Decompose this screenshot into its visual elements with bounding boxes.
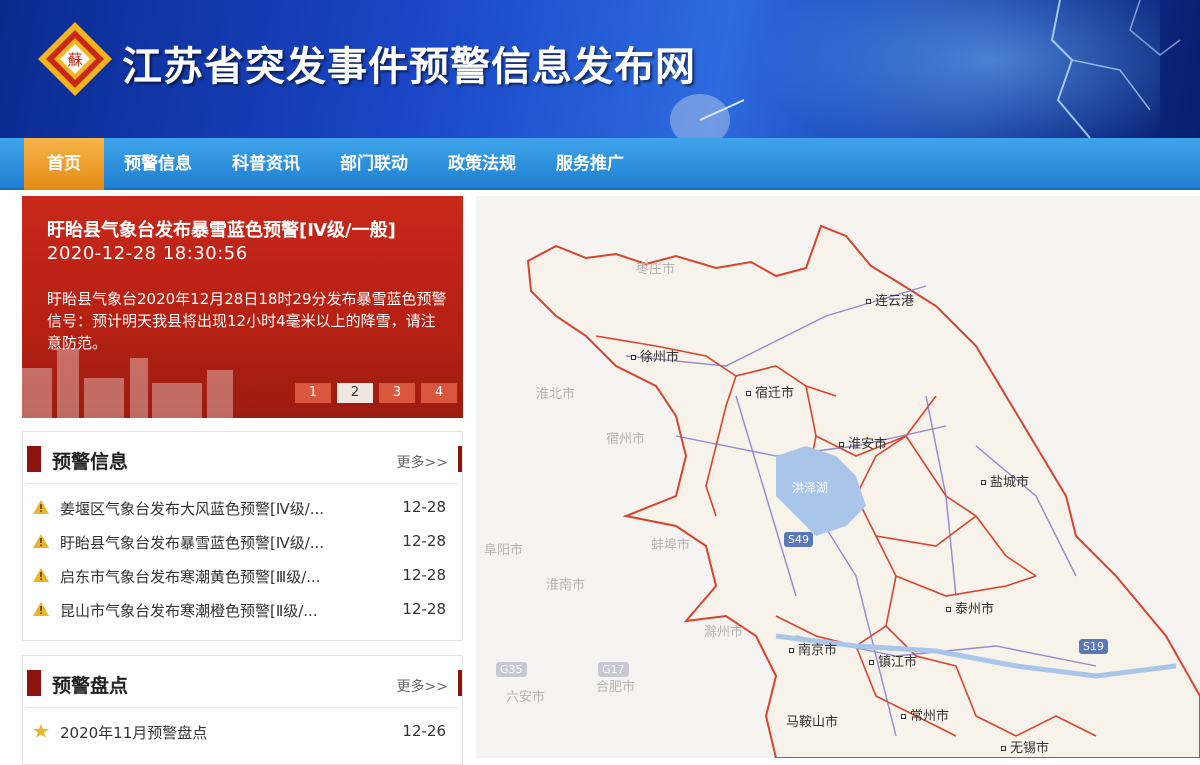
list-item-date: 12-26 [402,722,446,740]
nav-policy[interactable]: 政策法规 [428,138,536,190]
panel-accent-bar-right [458,670,462,696]
star-icon [33,724,49,738]
map-place-label: 马鞍山市 [786,715,839,730]
list-item-date: 12-28 [402,532,446,550]
road-shield-s49: S49 [784,532,813,547]
list-item-date: 12-28 [402,600,446,618]
province-map[interactable]: 枣庄市 淮北市 宿州市 阜阳市 蚌埠市 淮南市 滁州市 六安市 合肥市 马鞍山市… [476,196,1200,758]
alert-body: 盱眙县气象台2020年12月28日18时29分发布暴雪蓝色预警信号：预计明天我县… [47,290,447,352]
map-city-label[interactable]: 宿迁市 [746,382,794,401]
alert-slider[interactable]: 盱眙县气象台发布暴雪蓝色预警[Ⅳ级/一般] 2020-12-28 18:30:5… [22,196,463,418]
list-item-text[interactable]: 2020年11月预警盘点 [60,722,207,743]
lightning-graphic [1050,0,1181,138]
list-item-date: 12-28 [402,566,446,584]
map-place-label: 淮北市 [536,387,576,402]
nav-warnings[interactable]: 预警信息 [104,138,212,190]
map-place-label: 宿州市 [606,432,646,447]
summary-panel-title: 预警盘点 [52,675,129,697]
map-city-label[interactable]: 泰州市 [946,598,994,617]
lake-label: 洪泽湖 [792,481,829,495]
logo-char: 蘇 [67,51,82,69]
map-place-label: 合肥市 [596,680,636,695]
list-item-text[interactable]: 姜堰区气象台发布大风蓝色预警[Ⅳ级/... [60,498,324,519]
road-shield-g17: G17 [598,662,629,677]
warnings-panel-header: 预警信息 更多>> [23,432,462,484]
list-item[interactable]: 姜堰区气象台发布大风蓝色预警[Ⅳ级/... 12-28 [23,490,462,524]
pager-page-1[interactable]: 1 [295,383,331,403]
map-city-label[interactable]: 连云港 [866,290,914,309]
pager-page-4[interactable]: 4 [421,383,457,403]
map-place-label: 六安市 [506,690,546,705]
slider-pager: 1 2 3 4 [295,383,457,403]
nav-science[interactable]: 科普资讯 [212,138,320,190]
map-city-label[interactable]: 盐城市 [981,471,1029,490]
map-place-label: 枣庄市 [636,262,676,277]
map-place-label: 蚌埠市 [651,538,691,553]
nav-home[interactable]: 首页 [24,138,104,190]
summary-more-link[interactable]: 更多>> [397,676,448,696]
summary-list: 2020年11月预警盘点 12-26 [23,714,462,748]
warning-icon [33,534,49,548]
nav-departments[interactable]: 部门联动 [320,138,428,190]
divider [27,483,458,484]
header-banner: 蘇 江苏省突发事件预警信息发布网 [0,0,1200,138]
pager-page-3[interactable]: 3 [379,383,415,403]
pager-page-2[interactable]: 2 [337,383,373,403]
warning-icon [33,568,49,582]
warnings-list: 姜堰区气象台发布大风蓝色预警[Ⅳ级/... 12-28 盱眙县气象台发布暴雪蓝色… [23,490,462,626]
summary-panel-header: 预警盘点 更多>> [23,656,462,708]
list-item-text[interactable]: 启东市气象台发布寒潮黄色预警[Ⅲ级/... [60,566,321,587]
alert-time: 2020-12-28 18:30:56 [47,243,248,264]
map-city-label[interactable]: 无锡市 [1001,737,1049,756]
main-nav: 首页 预警信息 科普资讯 部门联动 政策法规 服务推广 [0,138,1200,190]
road-shield-g35: G35 [496,662,527,677]
map-place-label: 淮南市 [546,578,586,593]
panel-accent-bar [27,670,41,696]
warning-icon [33,602,49,616]
summary-panel: 预警盘点 更多>> 2020年11月预警盘点 12-26 [22,655,463,765]
list-item[interactable]: 盱眙县气象台发布暴雪蓝色预警[Ⅳ级/... 12-28 [23,524,462,558]
map-city-label[interactable]: 淮安市 [839,433,887,452]
site-title: 江苏省突发事件预警信息发布网 [122,44,696,90]
divider [27,707,458,708]
road-shield-s19: S19 [1079,639,1108,654]
logo-icon: 蘇 [38,22,112,96]
warnings-panel: 预警信息 更多>> 姜堰区气象台发布大风蓝色预警[Ⅳ级/... 12-28 盱眙… [22,431,463,641]
map-city-label[interactable]: 南京市 [789,639,837,658]
map-canvas[interactable] [476,196,1200,758]
alert-title[interactable]: 盱眙县气象台发布暴雪蓝色预警[Ⅳ级/一般] [47,216,396,242]
warnings-more-link[interactable]: 更多>> [397,452,448,472]
list-item-date: 12-28 [402,498,446,516]
panel-accent-bar-right [458,446,462,472]
list-item-text[interactable]: 昆山市气象台发布寒潮橙色预警[Ⅱ级/... [60,600,318,621]
list-item[interactable]: 2020年11月预警盘点 12-26 [23,714,462,748]
map-place-label: 滁州市 [704,625,744,640]
warnings-panel-title: 预警信息 [52,451,129,473]
list-item[interactable]: 启东市气象台发布寒潮黄色预警[Ⅲ级/... 12-28 [23,558,462,592]
panel-accent-bar [27,446,41,472]
list-item[interactable]: 昆山市气象台发布寒潮橙色预警[Ⅱ级/... 12-28 [23,592,462,626]
warning-icon [33,500,49,514]
map-city-label[interactable]: 徐州市 [631,346,679,365]
map-city-label[interactable]: 镇江市 [869,651,917,670]
nav-services[interactable]: 服务推广 [536,138,644,190]
map-city-label[interactable]: 常州市 [901,705,949,724]
map-place-label: 阜阳市 [484,543,524,558]
list-item-text[interactable]: 盱眙县气象台发布暴雪蓝色预警[Ⅳ级/... [60,532,324,553]
